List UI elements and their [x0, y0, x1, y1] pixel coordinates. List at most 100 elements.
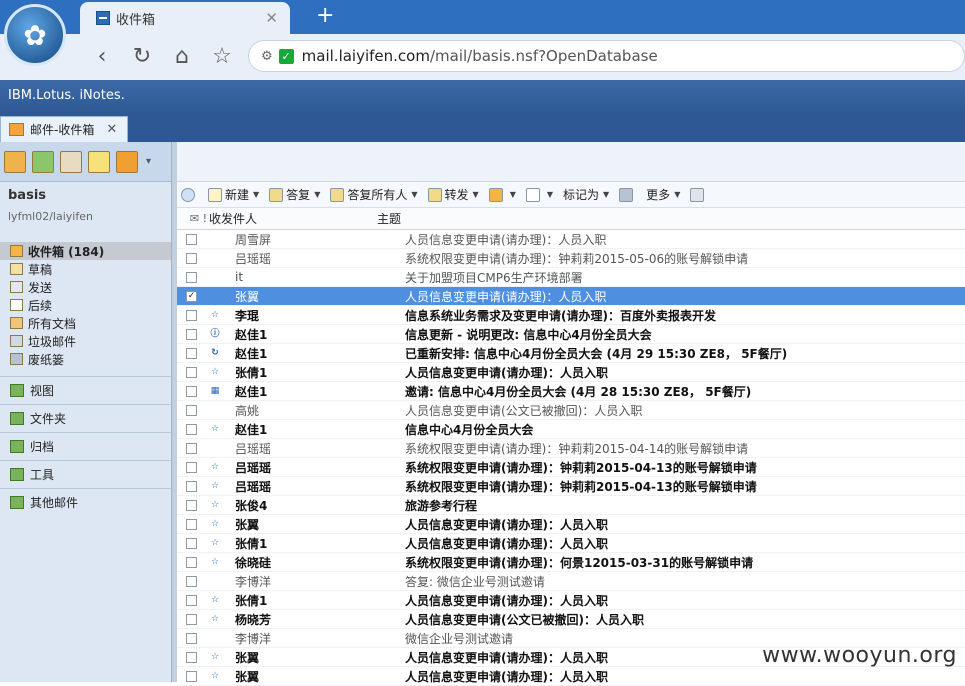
- row-checkbox[interactable]: [186, 671, 197, 682]
- reply-button[interactable]: 答复▼: [269, 186, 320, 203]
- app-tab-inbox[interactable]: 邮件-收件箱 ✕: [0, 116, 128, 142]
- table-row[interactable]: 吕瑶瑶系统权限变更申请(请办理)：钟莉莉2015-04-14的账号解锁申请: [177, 439, 965, 458]
- mark-as-button[interactable]: 标记为▼: [563, 186, 609, 203]
- folder-sent[interactable]: 发送: [0, 278, 171, 296]
- table-row[interactable]: ☆吕瑶瑶系统权限变更申请(请办理)：钟莉莉2015-04-13的账号解锁申请: [177, 477, 965, 496]
- home-icon[interactable]: ⌂: [162, 44, 202, 69]
- bookmark-star-icon[interactable]: ☆: [202, 44, 242, 69]
- table-row[interactable]: 周雪屏人员信息变更申请(请办理)：人员入职: [177, 230, 965, 249]
- row-checkbox[interactable]: [186, 253, 197, 264]
- tab-close-icon[interactable]: ✕: [265, 9, 278, 27]
- print-button[interactable]: [690, 188, 707, 202]
- table-row[interactable]: ☆张倩1人员信息变更申请(请办理)：人员入职: [177, 534, 965, 553]
- calendar-app-icon[interactable]: [32, 151, 54, 173]
- row-checkbox[interactable]: [186, 576, 197, 587]
- chevron-down-icon[interactable]: ▼: [510, 190, 516, 199]
- table-row[interactable]: ☆李琨信息系统业务需求及变更申请(请办理)：百度外卖报表开发: [177, 306, 965, 325]
- table-row[interactable]: ☆杨晓芳人员信息变更申请(公文已被撤回)：人员入职: [177, 610, 965, 629]
- more-button[interactable]: 更多▼: [646, 186, 680, 203]
- table-row[interactable]: 吕瑶瑶系统权限变更申请(请办理)：钟莉莉2015-05-06的账号解锁申请: [177, 249, 965, 268]
- folder-trash[interactable]: 废纸篓: [0, 350, 171, 368]
- site-info-icon[interactable]: ⚙: [261, 49, 273, 64]
- table-row[interactable]: ⓘ赵佳1信息更新 - 说明更改: 信息中心4月份全员大会: [177, 325, 965, 344]
- folder-follow-up[interactable]: 后续: [0, 296, 171, 314]
- mail-app-icon[interactable]: [4, 151, 26, 173]
- table-row[interactable]: 高姚人员信息变更申请(公文已被撤回)：人员入职: [177, 401, 965, 420]
- row-subject: 人员信息变更申请(公文已被撤回)：人员入职: [405, 611, 965, 628]
- section-archive[interactable]: 归档: [0, 432, 171, 460]
- section-views[interactable]: 视图: [0, 376, 171, 404]
- refresh-button[interactable]: [181, 188, 198, 202]
- url-text[interactable]: mail.laiyifen.com/mail/basis.nsf?OpenDat…: [302, 47, 658, 65]
- row-checkbox[interactable]: [186, 348, 197, 359]
- chevron-down-icon[interactable]: ▼: [674, 190, 680, 199]
- column-sender[interactable]: 收发件人: [207, 210, 377, 227]
- row-checkbox[interactable]: [186, 462, 197, 473]
- row-checkbox[interactable]: [186, 272, 197, 283]
- reload-icon[interactable]: ↻: [122, 44, 162, 69]
- follow-up-button[interactable]: ▼: [526, 188, 553, 202]
- row-checkbox[interactable]: [186, 367, 197, 378]
- table-row[interactable]: ↻赵佳1已重新安排: 信息中心4月份全员大会 (4月 29 15:30 ZE8，…: [177, 344, 965, 363]
- folder-all-documents[interactable]: 所有文档: [0, 314, 171, 332]
- table-row[interactable]: ☆张翼人员信息变更申请(请办理)：人员入职: [177, 667, 965, 686]
- table-row[interactable]: ✓张翼人员信息变更申请(请办理)：人员入职: [177, 287, 965, 306]
- row-checkbox[interactable]: [186, 652, 197, 663]
- new-tab-icon[interactable]: +: [316, 3, 334, 28]
- row-status-icon: ☆: [209, 670, 221, 682]
- table-row[interactable]: ☆张倩1人员信息变更申请(请办理)：人员入职: [177, 363, 965, 382]
- row-checkbox[interactable]: [186, 310, 197, 321]
- back-icon[interactable]: ‹: [82, 44, 122, 69]
- todo-app-icon[interactable]: [88, 151, 110, 173]
- folder-inbox[interactable]: 收件箱 (184): [0, 242, 171, 260]
- row-checkbox[interactable]: [186, 481, 197, 492]
- row-checkbox[interactable]: [186, 234, 197, 245]
- address-bar[interactable]: ⚙ ✓ mail.laiyifen.com/mail/basis.nsf?Ope…: [248, 40, 965, 72]
- notebook-app-icon[interactable]: [116, 151, 138, 173]
- section-tools[interactable]: 工具: [0, 460, 171, 488]
- chevron-down-icon[interactable]: ▼: [603, 190, 609, 199]
- delete-button[interactable]: [619, 188, 636, 202]
- row-checkbox[interactable]: [186, 386, 197, 397]
- row-checkbox[interactable]: [186, 614, 197, 625]
- table-row[interactable]: ☆赵佳1信息中心4月份全员大会: [177, 420, 965, 439]
- table-row[interactable]: it关于加盟项目CMP6生产环境部署: [177, 268, 965, 287]
- table-row[interactable]: ☆张俊4旅游参考行程: [177, 496, 965, 515]
- app-tab-close-icon[interactable]: ✕: [106, 122, 117, 137]
- row-checkbox[interactable]: [186, 633, 197, 644]
- row-checkbox[interactable]: [186, 595, 197, 606]
- row-checkbox[interactable]: [186, 443, 197, 454]
- move-to-folder-button[interactable]: ▼: [489, 188, 516, 202]
- table-row[interactable]: ▦赵佳1邀请: 信息中心4月份全员大会 (4月 28 15:30 ZE8， 5F…: [177, 382, 965, 401]
- table-row[interactable]: ☆张倩1人员信息变更申请(请办理)：人员入职: [177, 591, 965, 610]
- row-checkbox[interactable]: [186, 329, 197, 340]
- folder-junk[interactable]: 垃圾邮件: [0, 332, 171, 350]
- row-checkbox[interactable]: [186, 500, 197, 511]
- chevron-down-icon[interactable]: ▼: [473, 190, 479, 199]
- chevron-down-icon[interactable]: ▼: [411, 190, 417, 199]
- row-checkbox[interactable]: ✓: [186, 291, 197, 302]
- browser-tab[interactable]: 收件箱 ✕: [80, 2, 290, 34]
- section-folders[interactable]: 文件夹: [0, 404, 171, 432]
- table-row[interactable]: ☆张翼人员信息变更申请(请办理)：人员入职: [177, 515, 965, 534]
- row-checkbox[interactable]: [186, 424, 197, 435]
- row-checkbox[interactable]: [186, 405, 197, 416]
- row-checkbox[interactable]: [186, 557, 197, 568]
- chevron-down-icon[interactable]: ▼: [253, 190, 259, 199]
- forward-button[interactable]: 转发▼: [428, 186, 479, 203]
- reply-all-button[interactable]: 答复所有人▼: [330, 186, 417, 203]
- row-checkbox[interactable]: [186, 538, 197, 549]
- browser-logo-icon[interactable]: ✿: [4, 4, 66, 66]
- folder-drafts[interactable]: 草稿: [0, 260, 171, 278]
- row-checkbox[interactable]: [186, 519, 197, 530]
- table-row[interactable]: 李博洋答复: 微信企业号测试邀请: [177, 572, 965, 591]
- chevron-down-icon[interactable]: ▾: [146, 156, 151, 167]
- new-button[interactable]: 新建▼: [208, 186, 259, 203]
- section-other-mail[interactable]: 其他邮件: [0, 488, 171, 516]
- column-subject[interactable]: 主题: [377, 210, 965, 227]
- contacts-app-icon[interactable]: [60, 151, 82, 173]
- table-row[interactable]: ☆吕瑶瑶系统权限变更申请(请办理)：钟莉莉2015-04-13的账号解锁申请: [177, 458, 965, 477]
- table-row[interactable]: ☆徐晓硅系统权限变更申请(请办理)：何景12015-03-31的账号解锁申请: [177, 553, 965, 572]
- chevron-down-icon[interactable]: ▼: [547, 190, 553, 199]
- chevron-down-icon[interactable]: ▼: [314, 190, 320, 199]
